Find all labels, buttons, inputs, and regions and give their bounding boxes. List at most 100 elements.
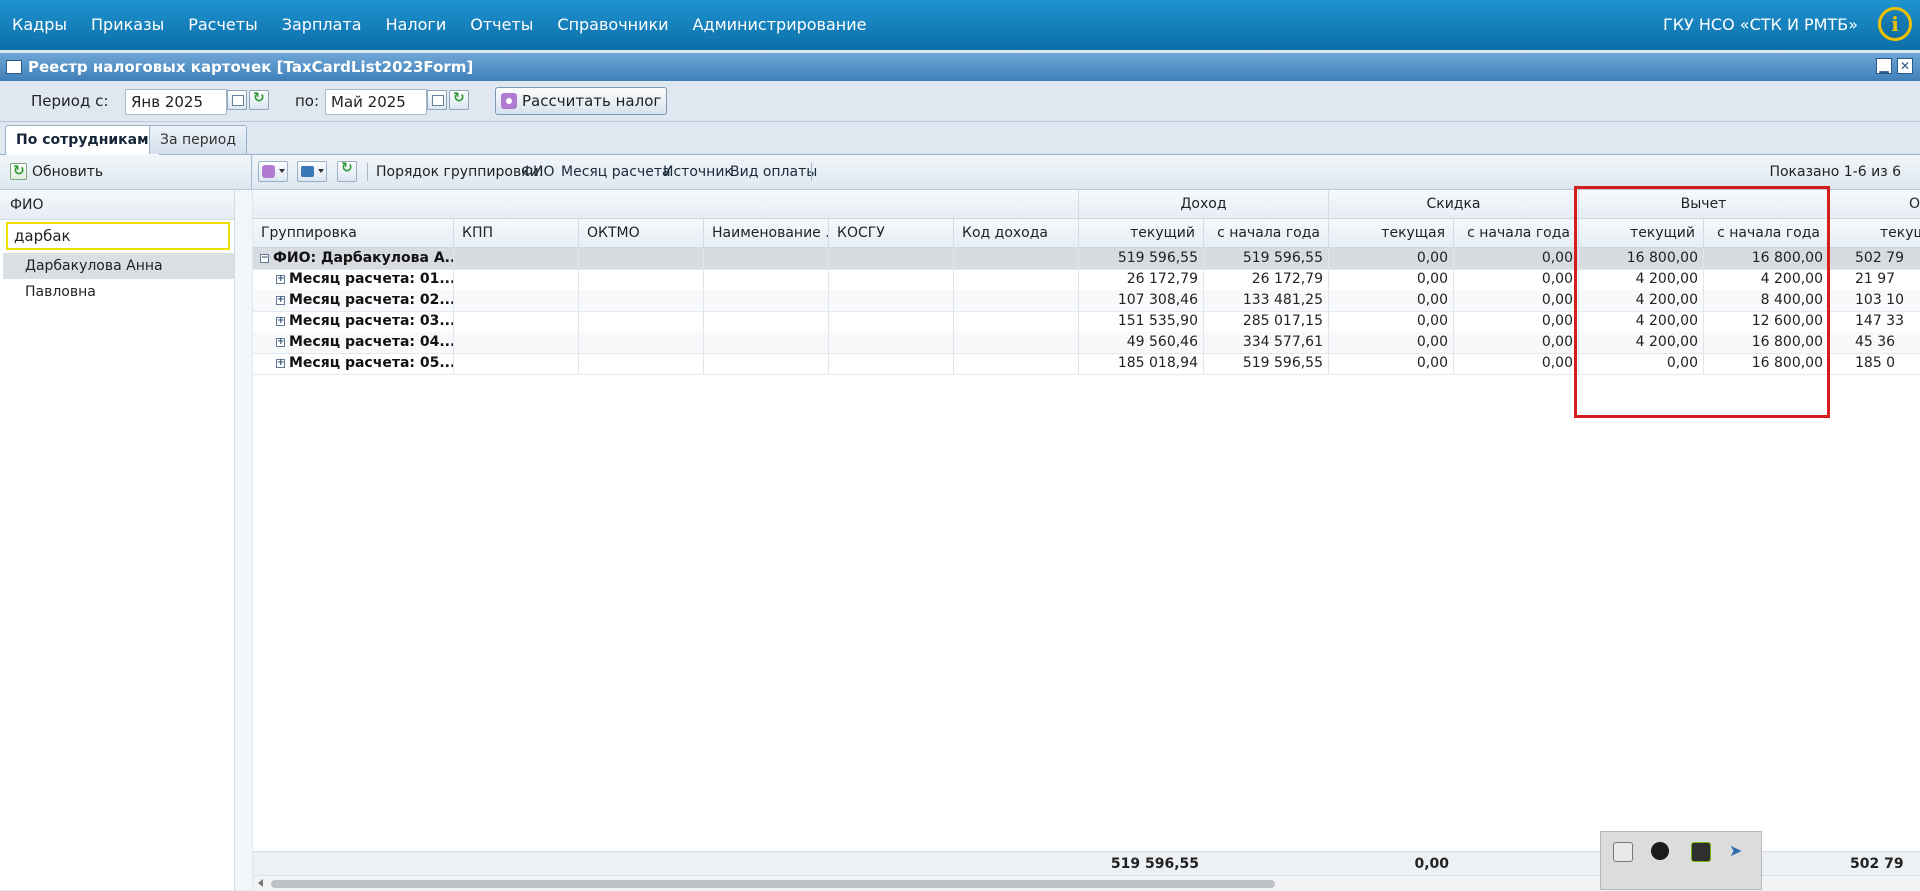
col-deduction-current[interactable]: текущий xyxy=(1579,219,1704,247)
grouping-cell: + Месяц расчета: 04.... xyxy=(253,332,454,353)
table-row[interactable]: + Месяц расчета: 05.... 185 018,94 519 596,… xyxy=(253,353,1920,375)
period-from-field[interactable]: Янв 2025 xyxy=(125,89,227,115)
value-cell: 49 560,46 xyxy=(1079,332,1204,353)
value-cell: 4 200,00 xyxy=(1579,269,1704,290)
value-cell: 0,00 xyxy=(1454,290,1579,311)
info-icon[interactable]: i xyxy=(1878,7,1912,41)
grouping-label: ФИО: Дарбакулова А... xyxy=(273,250,454,266)
ob-group-header: Об xyxy=(1901,190,1920,218)
col-oktmo[interactable]: ОКТМО xyxy=(579,219,704,247)
col-deduction-ytd[interactable]: с начала года xyxy=(1704,219,1829,247)
fio-column-header[interactable]: ФИО xyxy=(0,190,234,220)
usb-icon[interactable] xyxy=(1613,842,1633,862)
empty-cell xyxy=(954,248,1079,269)
period-to-label: по: xyxy=(295,92,320,110)
value-cell: 103 10 xyxy=(1855,292,1904,308)
col-income-current[interactable]: текущий xyxy=(1079,219,1204,247)
table-row[interactable]: + Месяц расчета: 01.... 26 172,79 26 172,79… xyxy=(253,269,1920,291)
empty-header-cell xyxy=(253,190,1079,218)
value-cell: 0,00 xyxy=(1579,353,1704,374)
empty-cell xyxy=(454,311,579,332)
scroll-left-icon[interactable] xyxy=(258,879,263,887)
table-row[interactable]: + Месяц расчета: 04.... 49 560,46 334 577,6… xyxy=(253,332,1920,354)
grouping-item-month[interactable]: Месяц расчета xyxy=(561,155,671,189)
nvidia-icon[interactable] xyxy=(1691,842,1711,862)
col-grouping[interactable]: Группировка xyxy=(253,219,454,247)
calculate-tax-button[interactable]: Рассчитать налог xyxy=(495,87,668,115)
minimize-button[interactable]: ▁ xyxy=(1876,58,1892,74)
toolbar-separator xyxy=(367,163,368,181)
value-cell: 0,00 xyxy=(1329,332,1454,353)
value-cell: 16 800,00 xyxy=(1579,248,1704,269)
value-cell: 45 36 xyxy=(1855,334,1896,350)
grouping-cell: + Месяц расчета: 02.... xyxy=(253,290,454,311)
col-kosgu[interactable]: КОСГУ xyxy=(829,219,954,247)
empty-cell xyxy=(954,269,1079,290)
col-discount-ytd[interactable]: с начала года xyxy=(1454,219,1579,247)
tab-strip: По сотрудникам За период xyxy=(0,122,1920,155)
expand-icon[interactable]: + xyxy=(276,317,285,326)
col-income-ytd[interactable]: с начала года xyxy=(1204,219,1329,247)
tab-by-employees[interactable]: По сотрудникам xyxy=(5,125,160,155)
fio-search-input[interactable]: дарбак xyxy=(6,222,230,250)
tax-card-grid: Порядок группировки: ФИО Месяц расчета И… xyxy=(253,155,1920,890)
menu-item-kadry[interactable]: Кадры xyxy=(0,0,79,50)
scrollbar-thumb[interactable] xyxy=(271,880,1275,888)
refresh-button[interactable]: Обновить xyxy=(10,161,103,182)
menu-item-prikazy[interactable]: Приказы xyxy=(79,0,176,50)
security-icon[interactable] xyxy=(1651,842,1669,860)
add-menu-button[interactable] xyxy=(258,161,288,182)
col-income-code[interactable]: Код дохода xyxy=(954,219,1079,247)
calendar-icon[interactable] xyxy=(227,90,247,110)
period-to-field[interactable]: Май 2025 xyxy=(325,89,427,115)
telegram-icon[interactable]: ➤ xyxy=(1729,842,1747,860)
grouping-item-source[interactable]: Источник xyxy=(663,155,733,189)
col-kpp[interactable]: КПП xyxy=(454,219,579,247)
grouping-item-payment-type[interactable]: Вид оплаты xyxy=(730,155,817,189)
refresh-icon[interactable] xyxy=(249,90,269,110)
empty-cell xyxy=(829,290,954,311)
expand-icon[interactable]: + xyxy=(276,296,285,305)
empty-cell xyxy=(829,311,954,332)
add-icon xyxy=(262,165,275,178)
expand-icon[interactable]: + xyxy=(276,275,285,284)
grouping-label: Месяц расчета: 03.... xyxy=(289,313,454,329)
close-button[interactable]: ✕ xyxy=(1897,58,1913,74)
value-cell: 519 596,55 xyxy=(1204,353,1329,374)
tab-for-period[interactable]: За период xyxy=(149,125,248,154)
value-cell: 0,00 xyxy=(1454,353,1579,374)
menu-item-raschety[interactable]: Расчеты xyxy=(176,0,270,50)
period-toolbar: Период с: Янв 2025 по: Май 2025 Рассчита… xyxy=(0,81,1920,122)
organization-name: ГКУ НСО «СТК И РМТБ» xyxy=(1662,15,1858,34)
calendar-icon[interactable] xyxy=(427,90,447,110)
value-cell: 0,00 xyxy=(1329,248,1454,269)
grid-refresh-button[interactable] xyxy=(337,160,357,182)
col-name[interactable]: Наименование ... xyxy=(704,219,829,247)
window-title: Реестр налоговых карточек [TaxCardList20… xyxy=(28,58,474,76)
expand-icon[interactable]: + xyxy=(276,338,285,347)
value-cell: 8 400,00 xyxy=(1704,290,1829,311)
print-menu-button[interactable] xyxy=(297,161,327,182)
employee-list-item[interactable]: Дарбакулова Анна Павловна xyxy=(3,253,234,300)
expand-icon[interactable]: + xyxy=(276,359,285,368)
empty-cell xyxy=(579,311,704,332)
col-ob-current[interactable]: текущ xyxy=(1872,219,1920,247)
calculate-icon xyxy=(501,93,517,109)
empty-cell xyxy=(454,290,579,311)
table-row[interactable]: + Месяц расчета: 03.... 151 535,90 285 017,… xyxy=(253,311,1920,333)
value-cell: 26 172,79 xyxy=(1204,269,1329,290)
menu-item-zarplata[interactable]: Зарплата xyxy=(270,0,374,50)
collapse-icon[interactable]: − xyxy=(260,254,269,263)
employee-scrollbar[interactable] xyxy=(234,190,252,890)
menu-item-otchety[interactable]: Отчеты xyxy=(458,0,545,50)
refresh-icon[interactable] xyxy=(449,90,469,110)
menu-item-nalogi[interactable]: Налоги xyxy=(374,0,459,50)
table-row[interactable]: + Месяц расчета: 02.... 107 308,46 133 481,… xyxy=(253,290,1920,312)
menu-item-spravochniki[interactable]: Справочники xyxy=(545,0,680,50)
menu-item-administrirovanie[interactable]: Администрирование xyxy=(681,0,879,50)
value-cell: 502 79 xyxy=(1855,250,1904,266)
col-discount-current[interactable]: текущая xyxy=(1329,219,1454,247)
group-row[interactable]: − ФИО: Дарбакулова А... 519 596,55 519 596,… xyxy=(253,248,1920,270)
grouping-item-fio[interactable]: ФИО xyxy=(521,155,555,189)
value-cell: 133 481,25 xyxy=(1204,290,1329,311)
